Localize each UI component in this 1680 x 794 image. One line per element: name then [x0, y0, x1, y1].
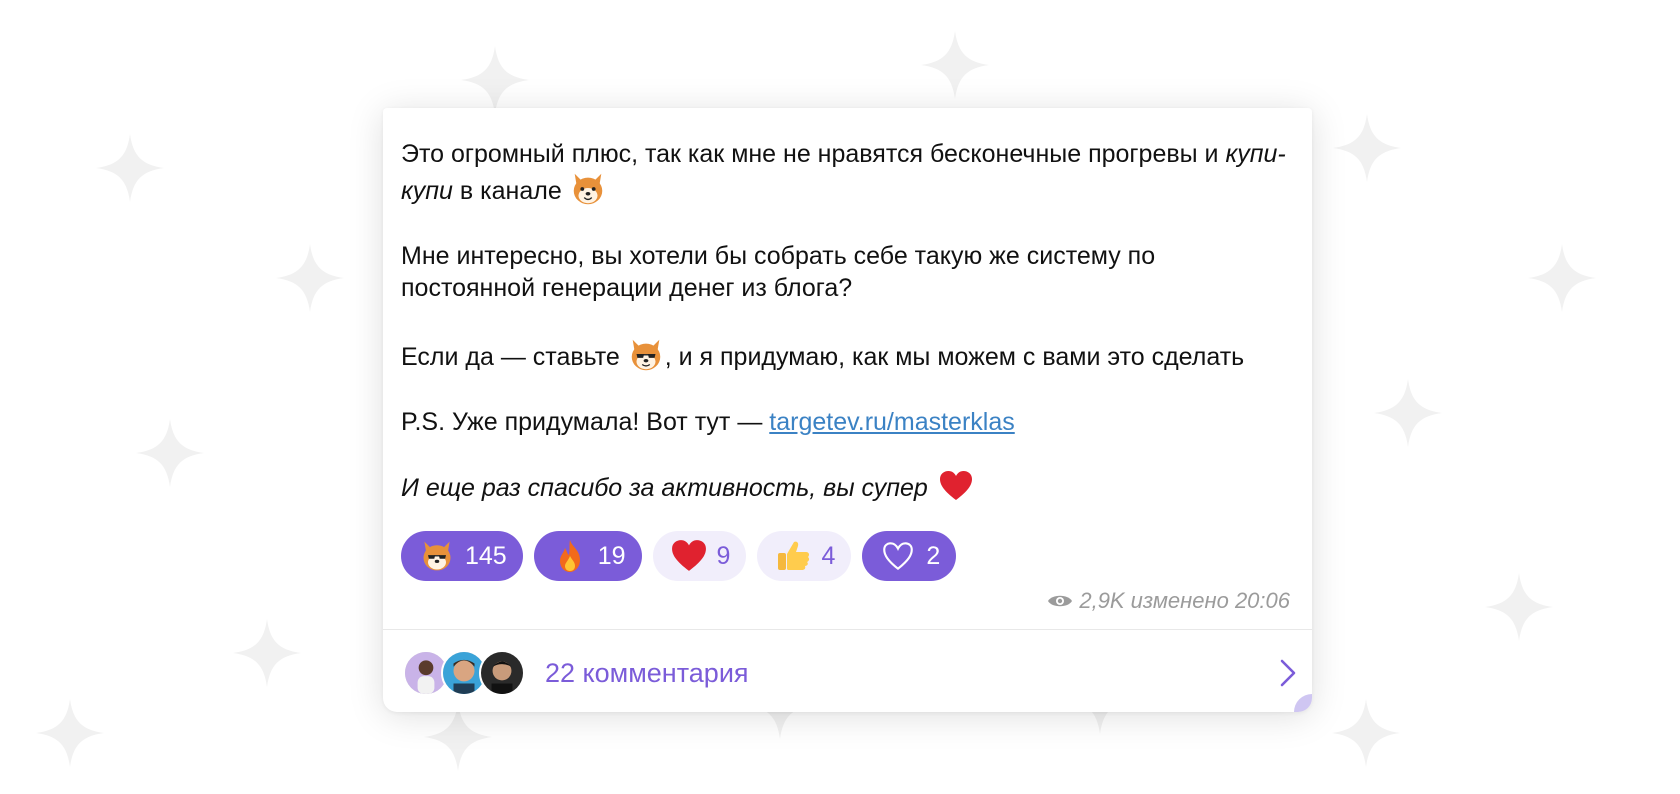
- chevron-right-icon: [1280, 659, 1296, 687]
- reactions-bar: 145 19 9 4 2: [401, 531, 957, 581]
- views-count: 2,9K: [1079, 588, 1125, 613]
- paragraph-2: Мне интересно, вы хотели бы собрать себе…: [401, 242, 1156, 302]
- background-sparkle-icon: [1526, 242, 1598, 314]
- paragraph-3: Если да — ставьте , и я придумаю, как мы…: [401, 336, 1296, 374]
- reaction-count: 145: [465, 541, 507, 570]
- message-card: Это огромный плюс, так как мне не нравят…: [383, 108, 1312, 712]
- shiba-dog-emoji: [627, 336, 665, 374]
- background-sparkle-icon: [459, 44, 531, 116]
- background-sparkle-icon: [231, 617, 303, 689]
- background-sparkle-icon: [134, 417, 206, 489]
- outline-heart-icon: [880, 538, 916, 574]
- paragraph-1-text: Это огромный плюс, так как мне не нравят…: [401, 140, 1226, 168]
- reaction-outline-heart[interactable]: 2: [862, 531, 957, 581]
- paragraph-3-text: Если да — ставьте: [401, 343, 627, 371]
- background-sparkle-icon: [34, 697, 106, 769]
- shiba-dog-emoji: [419, 538, 455, 574]
- masterclass-link[interactable]: targetev.ru/masterklas: [769, 408, 1014, 436]
- reaction-count: 9: [716, 541, 731, 570]
- avatar: [479, 650, 525, 696]
- background-sparkle-icon: [1372, 377, 1444, 449]
- comments-button[interactable]: 22 комментария: [403, 648, 1300, 698]
- paragraph-4-text: P.S. Уже придумала! Вот тут —: [401, 408, 770, 436]
- reaction-shiba[interactable]: 145: [401, 531, 523, 581]
- paragraph-3-text-end: , и я придумаю, как мы можем с вами это …: [664, 343, 1245, 371]
- paragraph-1: Это огромный плюс, так как мне не нравят…: [401, 138, 1296, 208]
- background-sparkle-icon: [274, 242, 346, 314]
- reaction-count: 2: [926, 541, 941, 570]
- paragraph-5-italic: И еще раз спасибо за активность, вы супе…: [401, 474, 928, 502]
- shiba-dog-emoji: [569, 170, 607, 208]
- background-sparkle-icon: [94, 132, 166, 204]
- comments-count-label: 22 комментария: [545, 657, 749, 688]
- thumbs-up-emoji: [775, 538, 811, 574]
- commenter-avatars: [403, 650, 525, 696]
- message-meta: 2,9K изменено 20:06: [1047, 588, 1290, 614]
- paragraph-1-text-end: в канале: [452, 177, 562, 205]
- background-sparkle-icon: [919, 29, 991, 101]
- background-sparkle-icon: [1483, 571, 1555, 643]
- fire-emoji: [552, 538, 588, 574]
- divider: [383, 629, 1312, 630]
- background-sparkle-icon: [1331, 112, 1403, 184]
- paragraph-4: P.S. Уже придумала! Вот тут — targetev.r…: [401, 406, 1296, 438]
- message-text: Это огромный плюс, так как мне не нравят…: [401, 138, 1296, 504]
- edited-timestamp: изменено 20:06: [1130, 588, 1290, 613]
- reaction-count: 19: [597, 541, 626, 570]
- red-heart-emoji: [939, 470, 973, 502]
- red-heart-emoji: [671, 538, 707, 574]
- reaction-fire[interactable]: 19: [533, 531, 642, 581]
- eye-icon: [1048, 595, 1073, 607]
- paragraph-5: И еще раз спасибо за активность, вы супе…: [401, 470, 1296, 504]
- reaction-thumbs-up[interactable]: 4: [757, 531, 852, 581]
- reaction-heart[interactable]: 9: [652, 531, 747, 581]
- reaction-count: 4: [821, 541, 836, 570]
- background-sparkle-icon: [1330, 697, 1402, 769]
